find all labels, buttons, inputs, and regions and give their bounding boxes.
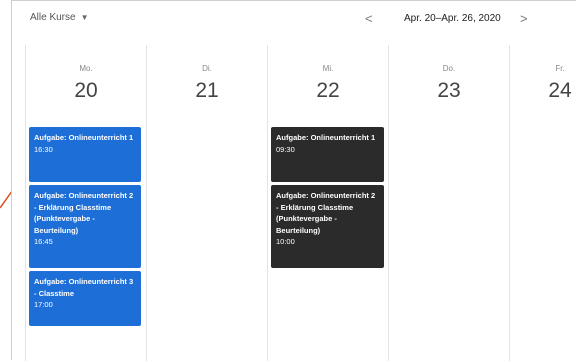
day-name: Do. — [442, 64, 456, 73]
day-number: 22 — [316, 79, 340, 102]
calendar-event[interactable]: Aufgabe: Onlineunterricht 2 - Erklärung … — [271, 185, 384, 268]
date-range-label: Apr. 20–Apr. 26, 2020 — [404, 13, 501, 24]
event-time: 10:00 — [276, 237, 295, 246]
calendar-event[interactable]: Aufgabe: Onlineunterricht 1 09:30 — [271, 127, 384, 182]
calendar-event[interactable]: Aufgabe: Onlineunterricht 2 - Erklärung … — [29, 185, 141, 268]
course-filter-label: Alle Kurse — [30, 12, 76, 23]
day-name: Mo. — [79, 64, 93, 73]
event-time: 16:30 — [34, 144, 53, 154]
screenshot-frame: Alle Kurse ▼ < Apr. 20–Apr. 26, 2020 > M… — [0, 0, 576, 361]
event-title: Aufgabe: Onlineunterricht 2 - Erklärung … — [34, 191, 134, 235]
previous-week-button[interactable]: < — [365, 11, 373, 26]
event-title: Aufgabe: Onlineunterricht 1 — [34, 133, 134, 142]
chevron-down-icon: ▼ — [80, 13, 89, 22]
day-number: 23 — [437, 79, 461, 102]
day-number: 24 — [548, 79, 572, 102]
week-grid: Mo. 20 Di. 21 Mi. 22 Do. 23 Fr. 24 Aufga… — [25, 45, 576, 361]
course-filter-dropdown[interactable]: Alle Kurse ▼ — [30, 12, 89, 23]
event-time: 17:00 — [34, 300, 53, 309]
day-number: 20 — [74, 79, 98, 102]
day-name: Mi. — [322, 64, 334, 73]
event-time: 16:45 — [34, 237, 53, 246]
day-column-fr[interactable]: Fr. 24 — [509, 45, 576, 361]
event-title: Aufgabe: Onlineunterricht 3 - Classtime — [34, 277, 134, 298]
calendar-event[interactable]: Aufgabe: Onlineunterricht 1 16:30 — [29, 127, 141, 182]
event-title: Aufgabe: Onlineunterricht 2 - Erklärung … — [276, 191, 376, 235]
event-title: Aufgabe: Onlineunterricht 1 — [276, 133, 376, 142]
day-name: Di. — [202, 64, 212, 73]
calendar-event[interactable]: Aufgabe: Onlineunterricht 3 - Classtime … — [29, 271, 141, 326]
event-time: 09:30 — [276, 144, 295, 154]
calendar-toolbar: Alle Kurse ▼ < Apr. 20–Apr. 26, 2020 > — [12, 1, 576, 45]
day-number: 21 — [195, 79, 219, 102]
day-column-di[interactable]: Di. 21 — [146, 45, 267, 361]
next-week-button[interactable]: > — [520, 11, 528, 26]
day-name: Fr. — [555, 64, 565, 73]
day-column-do[interactable]: Do. 23 — [388, 45, 509, 361]
calendar-panel: Alle Kurse ▼ < Apr. 20–Apr. 26, 2020 > M… — [11, 0, 576, 361]
